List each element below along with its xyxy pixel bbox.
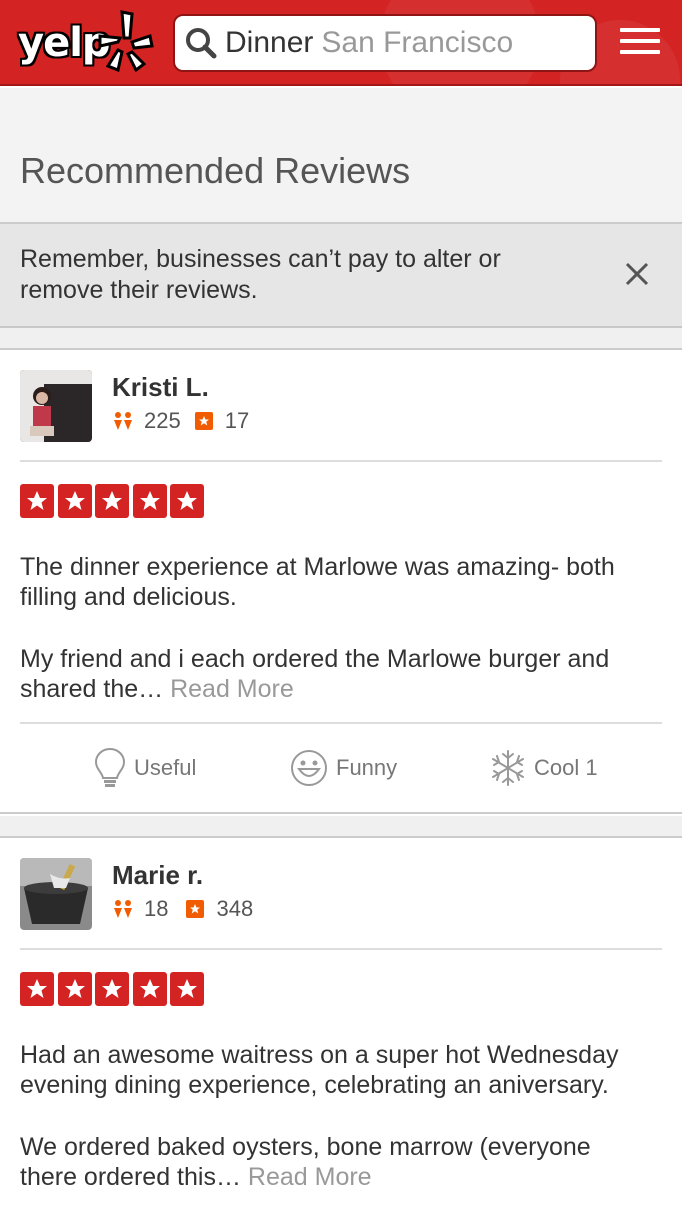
funny-label: Funny	[336, 755, 398, 780]
spacer	[0, 328, 682, 350]
search-term[interactable]: Dinner	[225, 26, 313, 60]
user-name[interactable]: Kristi L.	[112, 372, 209, 403]
divider	[20, 948, 662, 950]
star-icon	[20, 972, 54, 1006]
friends-icon	[114, 412, 132, 430]
star-icon	[132, 484, 167, 518]
logo-text: yelp	[18, 20, 111, 66]
card-border	[0, 812, 682, 814]
star-icon	[20, 484, 54, 518]
close-icon[interactable]	[622, 259, 652, 289]
star-rating	[20, 484, 208, 518]
review-count-icon	[194, 412, 213, 430]
star-icon	[57, 484, 92, 518]
cool-button[interactable]: Cool 1	[490, 724, 598, 812]
avatar[interactable]	[20, 858, 92, 930]
friends-icon	[114, 900, 132, 918]
notice-banner: Remember, businesses can’t pay to alter …	[0, 224, 682, 328]
review-count: 17	[224, 408, 250, 433]
spacer	[0, 816, 682, 838]
review-body: Had an awesome waitress on a super hot W…	[20, 1040, 640, 1206]
vote-bar: Useful Funny Cool 1	[0, 724, 682, 812]
funny-button[interactable]: Funny	[290, 724, 397, 812]
search-icon	[186, 28, 217, 59]
page-title: Recommended Reviews	[20, 150, 411, 191]
avatar-photo	[20, 370, 92, 442]
review-card: Marie r. 18 348 Had an awesome waitress …	[0, 838, 682, 1206]
yelp-burst-icon	[98, 10, 154, 72]
star-icon	[170, 484, 204, 518]
hamburger-menu-icon[interactable]	[620, 28, 660, 58]
section-header: Recommended Reviews	[0, 88, 682, 224]
snowflake-icon	[492, 750, 524, 786]
review-count-icon	[186, 900, 205, 918]
user-stats: 225 17	[112, 408, 249, 434]
read-more-link[interactable]: Read More	[170, 675, 294, 703]
friend-count: 225	[144, 408, 181, 433]
star-icon	[95, 484, 129, 518]
user-name[interactable]: Marie r.	[112, 860, 203, 891]
star-icon	[57, 972, 92, 1006]
review-paragraph: The dinner experience at Marlowe was ama…	[20, 553, 615, 611]
cool-label: Cool 1	[534, 755, 598, 780]
notice-text: Remember, businesses can’t pay to alter …	[20, 245, 501, 304]
star-icon	[132, 972, 167, 1006]
divider	[20, 460, 662, 462]
star-rating	[20, 972, 208, 1006]
useful-label: Useful	[134, 755, 197, 780]
review-card: Kristi L. 225 17 The dinner experience a…	[0, 350, 682, 816]
avatar[interactable]	[20, 370, 92, 442]
lightbulb-icon	[94, 747, 126, 787]
star-icon	[95, 972, 129, 1006]
top-bar: yelp Dinner San Francisco	[0, 0, 682, 86]
review-paragraph: My friend and i each ordered the Marlowe…	[20, 645, 610, 703]
useful-button[interactable]: Useful	[94, 724, 196, 812]
user-stats: 18 348	[112, 896, 253, 922]
read-more-link[interactable]: Read More	[248, 1163, 372, 1191]
search-bar[interactable]: Dinner San Francisco	[173, 14, 597, 72]
friend-count: 18	[144, 896, 169, 921]
review-body: The dinner experience at Marlowe was ama…	[20, 552, 640, 704]
yelp-logo[interactable]: yelp	[14, 6, 156, 78]
avatar-photo	[20, 858, 92, 930]
review-count: 348	[216, 896, 254, 921]
review-paragraph: Had an awesome waitress on a super hot W…	[20, 1041, 619, 1099]
star-icon	[170, 972, 204, 1006]
search-location[interactable]: San Francisco	[321, 26, 513, 60]
smiley-icon	[291, 750, 327, 786]
